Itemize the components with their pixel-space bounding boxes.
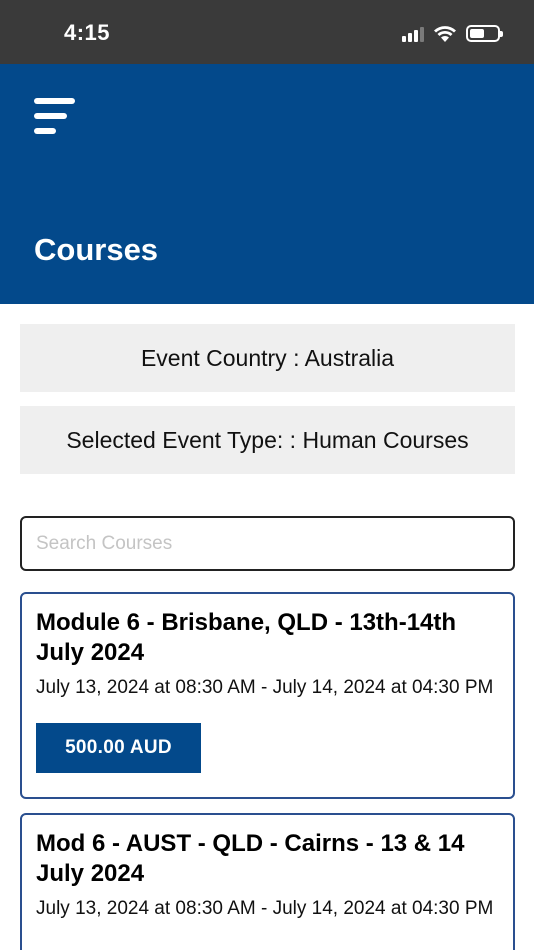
course-title: Module 6 - Brisbane, QLD - 13th-14th Jul…	[36, 609, 457, 666]
search-input[interactable]	[20, 516, 515, 571]
status-bar: 4:15	[0, 0, 534, 64]
course-title: Mod 6 - AUST - QLD - Cairns - 13 & 14 Ju…	[36, 830, 465, 887]
page-title: Courses	[34, 232, 159, 267]
app-header: Courses	[0, 64, 534, 304]
event-country-filter[interactable]: Event Country : Australia	[20, 324, 515, 392]
battery-fill	[470, 29, 485, 38]
wifi-icon	[434, 26, 456, 42]
course-dates: July 13, 2024 at 08:30 AM - July 14, 202…	[36, 898, 494, 919]
menu-icon[interactable]	[34, 98, 76, 140]
status-time: 4:15	[64, 20, 111, 45]
course-card[interactable]: Module 6 - Brisbane, QLD - 13th-14th Jul…	[20, 592, 515, 799]
course-dates: July 13, 2024 at 08:30 AM - July 14, 202…	[36, 677, 494, 698]
price-button[interactable]: 500.00 AUD	[36, 723, 201, 773]
cellular-signal-icon	[402, 26, 424, 42]
status-icons	[402, 24, 503, 43]
course-card[interactable]: Mod 6 - AUST - QLD - Cairns - 13 & 14 Ju…	[20, 813, 515, 950]
event-type-filter[interactable]: Selected Event Type: : Human Courses	[20, 406, 515, 474]
battery-icon	[466, 25, 503, 42]
